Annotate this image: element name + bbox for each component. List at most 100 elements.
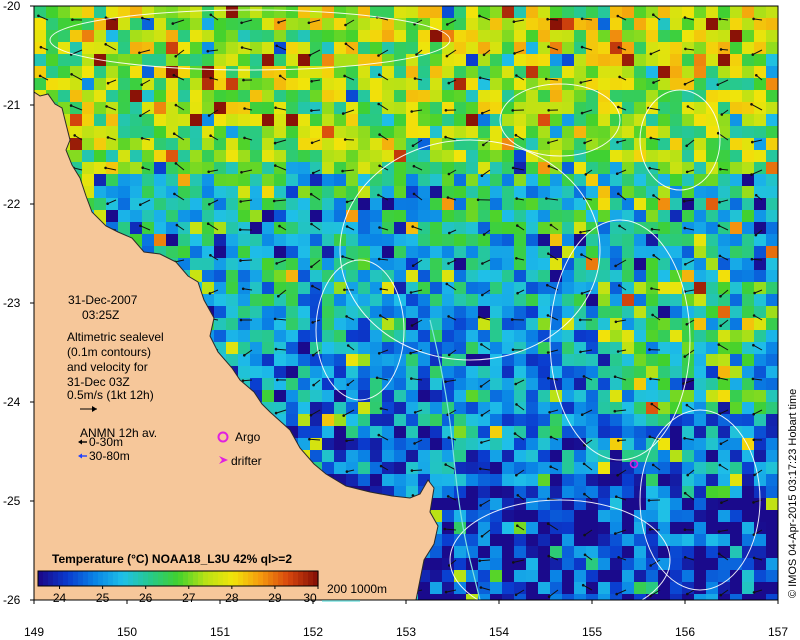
sst-pixel: [706, 330, 718, 342]
sst-pixel: [430, 270, 442, 282]
sst-pixel: [298, 222, 310, 234]
sst-pixel: [430, 474, 442, 486]
sst-pixel: [694, 390, 706, 402]
sst-pixel: [634, 318, 646, 330]
sst-pixel: [502, 366, 514, 378]
velocity-arrowhead: [478, 14, 481, 18]
sst-pixel: [706, 318, 718, 330]
sst-pixel: [706, 282, 718, 294]
sst-pixel: [394, 270, 406, 282]
velocity-arrowhead: [613, 375, 617, 379]
sst-pixel: [610, 246, 622, 258]
velocity-arrowhead: [683, 556, 687, 559]
sst-pixel: [502, 306, 514, 318]
sst-pixel: [502, 18, 514, 30]
sst-pixel: [526, 318, 538, 330]
sst-pixel: [226, 30, 238, 42]
sst-pixel: [514, 246, 526, 258]
sst-pixel: [538, 90, 550, 102]
sst-pixel: [370, 150, 382, 162]
sst-pixel: [562, 234, 574, 246]
sst-pixel: [634, 534, 646, 546]
sst-pixel: [550, 30, 562, 42]
velocity-arrowhead: [719, 324, 722, 328]
sst-pixel: [742, 6, 754, 18]
sst-pixel: [538, 558, 550, 570]
sst-pixel: [226, 282, 238, 294]
velocity-arrowhead: [239, 200, 242, 203]
sst-pixel: [658, 330, 670, 342]
velocity-arrowhead: [650, 227, 654, 231]
sst-pixel: [514, 534, 526, 546]
sst-pixel: [310, 366, 322, 378]
sst-pixel: [514, 450, 526, 462]
sst-pixel: [238, 246, 250, 258]
sst-pixel: [646, 258, 658, 270]
sst-pixel: [106, 138, 118, 150]
velocity-arrowhead: [379, 314, 382, 317]
sst-pixel: [514, 486, 526, 498]
sst-pixel: [478, 126, 490, 138]
sst-pixel: [490, 30, 502, 42]
sst-pixel: [718, 318, 730, 330]
sst-pixel: [658, 390, 670, 402]
sst-pixel: [730, 174, 742, 186]
sst-pixel: [178, 174, 190, 186]
sst-pixel: [250, 342, 262, 354]
sst-pixel: [718, 354, 730, 366]
sst-pixel: [634, 366, 646, 378]
sst-pixel: [706, 246, 718, 258]
sst-pixel: [262, 294, 274, 306]
sst-pixel: [766, 54, 778, 66]
sst-pixel: [670, 270, 682, 282]
sst-pixel: [670, 174, 682, 186]
sst-pixel: [742, 402, 754, 414]
sst-pixel: [574, 90, 586, 102]
velocity-arrowhead: [515, 473, 518, 477]
sst-pixel: [634, 18, 646, 30]
sst-pixel: [742, 42, 754, 54]
velocity-arrowhead: [581, 583, 585, 587]
sst-pixel: [322, 150, 334, 162]
sst-pixel: [466, 534, 478, 546]
sst-pixel: [706, 54, 718, 66]
sst-pixel: [538, 234, 550, 246]
sst-pixel: [190, 150, 202, 162]
sst-pixel: [754, 402, 766, 414]
sst-pixel: [610, 258, 622, 270]
sst-pixel: [358, 114, 370, 126]
sst-pixel: [502, 558, 514, 570]
sst-pixel: [322, 102, 334, 114]
sst-pixel: [490, 306, 502, 318]
velocity-arrowhead: [516, 524, 519, 527]
velocity-arrowhead: [719, 593, 723, 597]
sst-pixel: [322, 402, 334, 414]
colorbar-segment: [238, 571, 244, 586]
sst-pixel: [262, 102, 274, 114]
sst-pixel: [490, 390, 502, 402]
sst-pixel: [694, 78, 706, 90]
velocity-arrowhead: [343, 288, 346, 292]
sst-pixel: [682, 462, 694, 474]
sst-pixel: [514, 174, 526, 186]
sst-pixel: [334, 306, 346, 318]
sst-pixel: [250, 282, 262, 294]
sst-pixel: [118, 138, 130, 150]
sst-pixel: [502, 30, 514, 42]
sst-pixel: [610, 402, 622, 414]
colorbar-segment: [93, 571, 99, 586]
velocity-arrowhead: [544, 77, 548, 81]
sst-pixel: [490, 258, 502, 270]
sst-pixel: [634, 414, 646, 426]
velocity-arrowhead: [444, 463, 448, 466]
sst-pixel: [718, 90, 730, 102]
sst-pixel: [634, 210, 646, 222]
sst-pixel: [562, 294, 574, 306]
sst-pixel: [526, 18, 538, 30]
velocity-arrowhead: [510, 318, 514, 321]
sst-pixel: [706, 258, 718, 270]
sst-pixel: [94, 66, 106, 78]
sst-pixel: [526, 474, 538, 486]
sst-pixel: [214, 66, 226, 78]
velocity-arrowhead: [719, 48, 723, 51]
